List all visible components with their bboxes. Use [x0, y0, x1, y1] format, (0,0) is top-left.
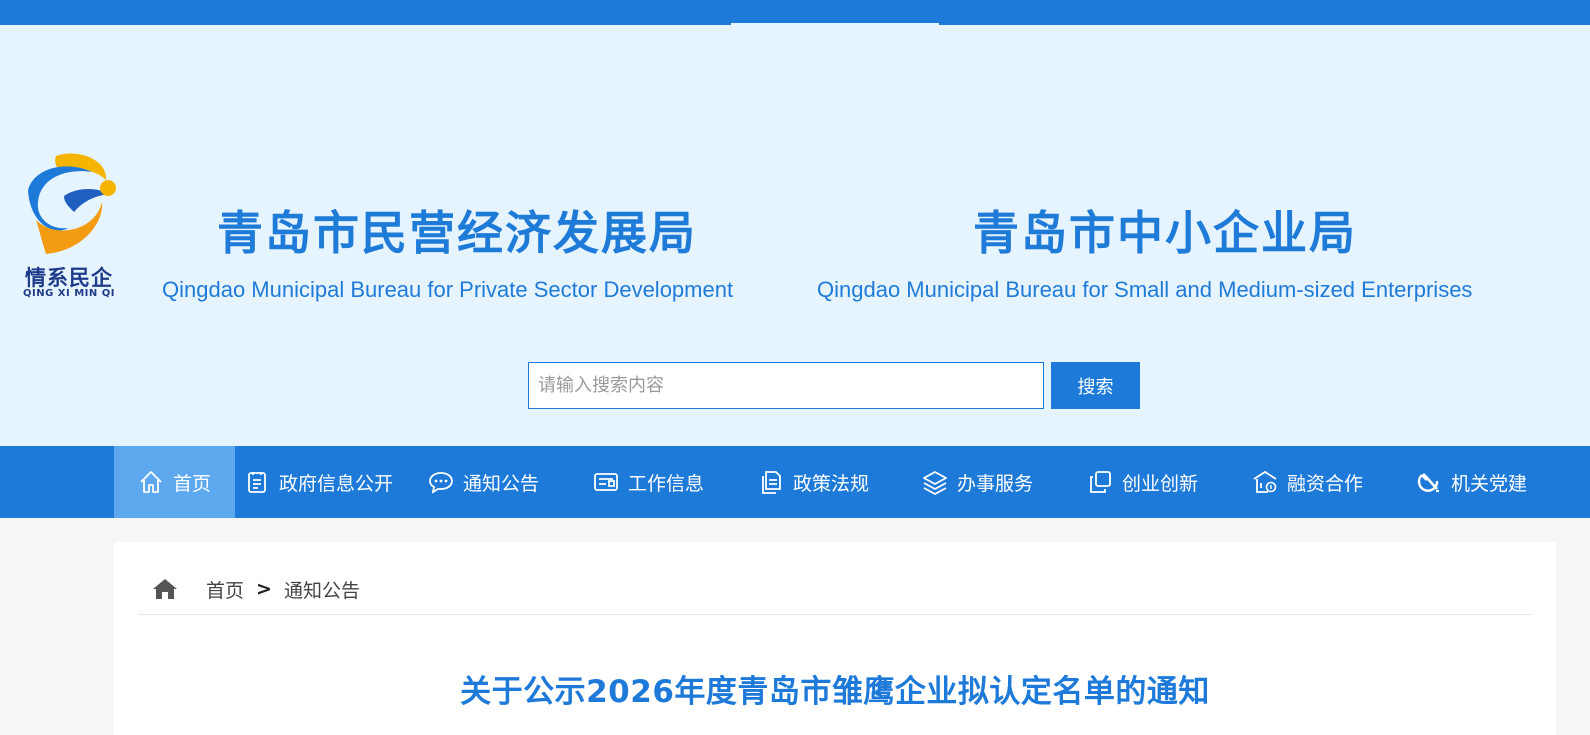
breadcrumb-current-link[interactable]: 通知公告 — [284, 576, 360, 603]
bureau-right-cn-title: 青岛市中小企业局 — [973, 206, 1357, 260]
id-card-icon — [593, 469, 619, 495]
nav-item-label: 首页 — [172, 472, 211, 495]
breadcrumb: 首页 > 通知公告 — [138, 564, 1532, 615]
breadcrumb-separator: > — [256, 578, 272, 600]
documents-icon — [758, 469, 784, 495]
nav-item-party-building[interactable]: 机关党建 — [1416, 446, 1527, 518]
nav-item-label: 创业创新 — [1122, 472, 1199, 495]
nav-item-label: 政策法规 — [793, 472, 870, 495]
nav-item-notices[interactable]: 通知公告 — [428, 446, 539, 518]
copy-icon — [1087, 469, 1113, 495]
bureau-left-cn-title: 青岛市民营经济发展局 — [217, 206, 697, 260]
hammer-sickle-icon — [1416, 469, 1442, 495]
nav-item-home[interactable]: 首页 — [114, 446, 235, 518]
home-icon[interactable] — [152, 578, 178, 600]
bank-icon — [1252, 469, 1278, 495]
logo-emblem-icon — [28, 153, 116, 254]
nav-item-work-info[interactable]: 工作信息 — [593, 446, 704, 518]
top-bar — [0, 0, 1590, 25]
nav-item-label: 融资合作 — [1287, 472, 1364, 495]
document-list-icon — [244, 469, 270, 495]
chat-bubble-icon — [428, 469, 454, 495]
logo-en-text: QING XI MIN QI — [23, 288, 115, 299]
nav-item-innovation[interactable]: 创业创新 — [1087, 446, 1198, 518]
nav-item-services[interactable]: 办事服务 — [922, 446, 1033, 518]
article-title: 关于公示2026年度青岛市雏鹰企业拟认定名单的通知 — [460, 674, 1210, 710]
search-input[interactable] — [528, 362, 1044, 409]
home-icon — [138, 469, 164, 495]
nav-item-label: 工作信息 — [628, 472, 705, 495]
search-button[interactable]: 搜索 — [1051, 362, 1140, 409]
nav-item-label: 机关党建 — [1451, 472, 1528, 495]
nav-item-policies[interactable]: 政策法规 — [758, 446, 869, 518]
layers-icon — [922, 469, 948, 495]
bureau-right-en-title: Qingdao Municipal Bureau for Small and M… — [817, 277, 1473, 302]
nav-item-label: 办事服务 — [957, 472, 1034, 495]
nav-item-label: 政府信息公开 — [279, 472, 394, 495]
content-panel: 首页 > 通知公告 关于公示2026年度青岛市雏鹰企业拟认定名单的通知 — [114, 542, 1556, 735]
breadcrumb-home-link[interactable]: 首页 — [206, 576, 244, 603]
nav-item-gov-info[interactable]: 政府信息公开 — [244, 446, 393, 518]
nav-item-label: 通知公告 — [463, 472, 540, 495]
bureau-left-en-title: Qingdao Municipal Bureau for Private Sec… — [162, 277, 734, 302]
main-nav: 首页 政府信息公开 通知公告 工作信息 政策法规 办事服务 创业创新 融资合作 … — [0, 446, 1590, 518]
nav-item-financing[interactable]: 融资合作 — [1252, 446, 1363, 518]
site-logo[interactable]: 情系民企 QING XI MIN QI — [14, 150, 124, 300]
